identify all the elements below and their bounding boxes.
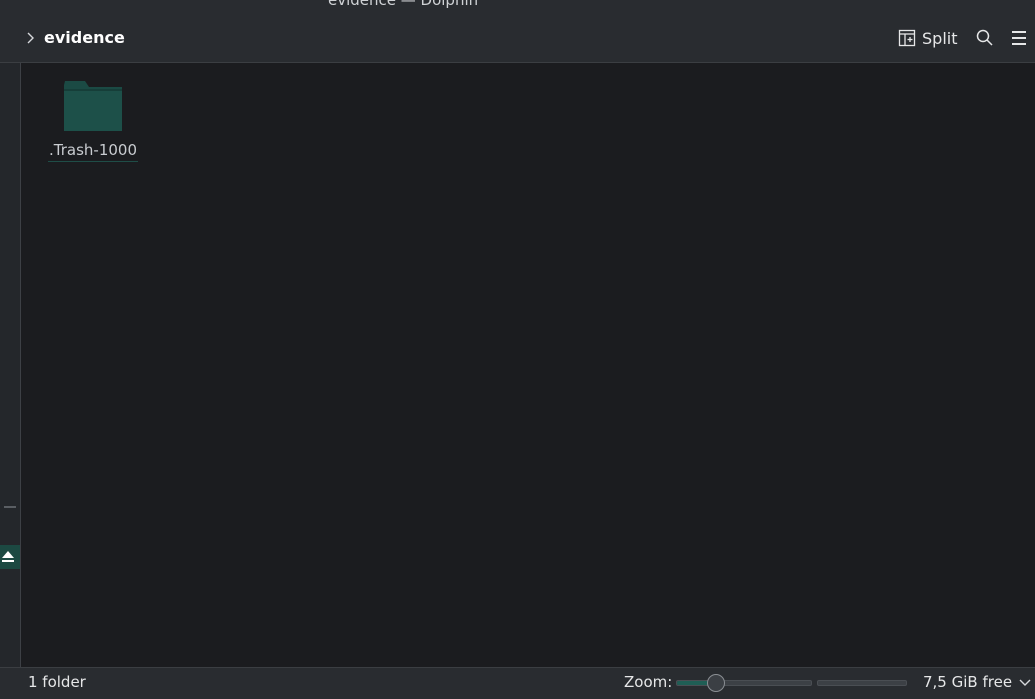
search-icon[interactable] — [974, 27, 996, 49]
chevron-down-icon[interactable] — [1018, 677, 1032, 689]
folder-underline — [48, 161, 138, 162]
panel-separator — [4, 506, 16, 508]
eject-icon — [2, 551, 14, 562]
window-title: evidence — Dolphin — [328, 0, 479, 9]
breadcrumb-current[interactable]: evidence — [44, 28, 125, 47]
toolbar: evidence Split — [0, 14, 1035, 63]
hamburger-menu-icon[interactable] — [1008, 27, 1030, 49]
zoom-label: Zoom: — [624, 673, 673, 691]
folder-label: .Trash-1000 — [49, 141, 137, 159]
statusbar: 1 folder Zoom: 7,5 GiB free — [0, 667, 1035, 699]
folder-item[interactable]: .Trash-1000 — [48, 75, 138, 167]
split-button[interactable]: Split — [898, 24, 957, 52]
zoom-slider-handle[interactable] — [706, 674, 725, 692]
free-space-bar[interactable] — [817, 680, 907, 686]
zoom-slider[interactable] — [676, 674, 812, 692]
file-view[interactable]: .Trash-1000 — [21, 63, 1035, 667]
eject-button[interactable] — [0, 545, 20, 569]
split-view-icon — [898, 29, 916, 47]
split-button-label: Split — [922, 28, 958, 48]
item-count: 1 folder — [28, 673, 86, 691]
free-space-label[interactable]: 7,5 GiB free — [923, 673, 1012, 691]
chevron-right-icon[interactable] — [24, 29, 38, 47]
window-titlebar: evidence — Dolphin — [0, 0, 1035, 14]
places-panel-edge[interactable] — [0, 63, 21, 667]
folder-icon — [64, 81, 122, 131]
